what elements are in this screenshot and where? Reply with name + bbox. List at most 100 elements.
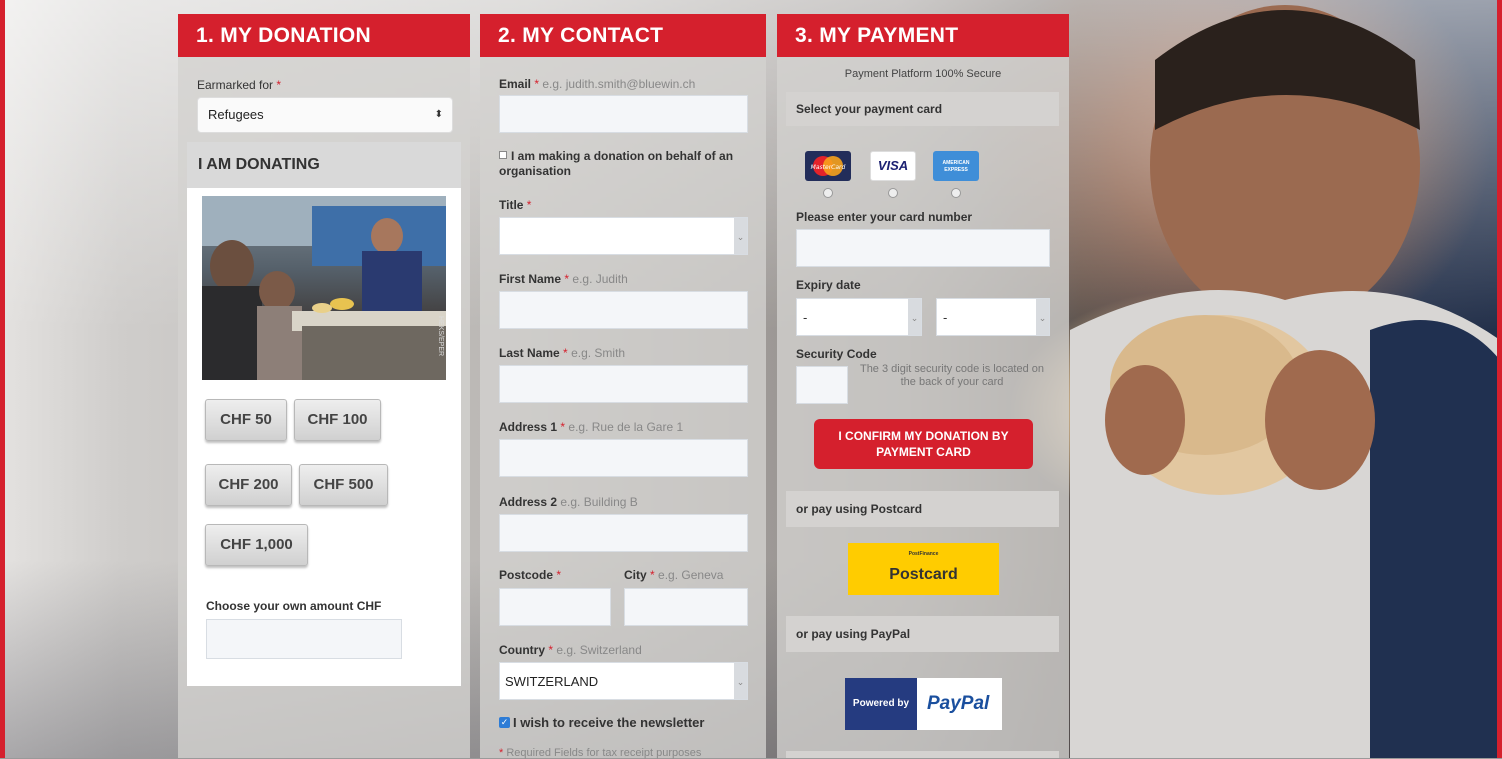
earmarked-label: Earmarked for *: [197, 78, 281, 92]
organisation-label: I am making a donation on behalf of an o…: [499, 149, 734, 178]
required-mark: *: [548, 643, 554, 657]
address2-field[interactable]: [499, 514, 748, 552]
postcode-label-text: Postcode: [499, 568, 554, 582]
required-mark: *: [534, 77, 540, 91]
own-amount-currency: CHF: [356, 599, 382, 613]
last-name-example: e.g. Smith: [571, 346, 626, 360]
required-mark: *: [276, 78, 282, 92]
amex-logo[interactable]: AMERICAN EXPRESS: [933, 151, 979, 181]
address1-field[interactable]: [499, 439, 748, 477]
postfinance-text: PostFinance: [908, 551, 939, 557]
required-mark: *: [564, 272, 570, 286]
last-name-label: Last Name * e.g. Smith: [499, 346, 625, 360]
address1-label-text: Address 1: [499, 420, 558, 434]
expiry-label: Expiry date: [796, 278, 861, 292]
first-name-field[interactable]: [499, 291, 748, 329]
contact-header: 2. MY CONTACT: [480, 14, 766, 57]
mastercard-icon: MasterCard: [811, 156, 846, 176]
first-name-label-text: First Name: [499, 272, 562, 286]
title-select[interactable]: ⌄: [499, 217, 748, 255]
paypal-bar: or pay using PayPal: [786, 616, 1059, 652]
mastercard-radio[interactable]: [823, 188, 833, 198]
title-label-text: Title: [499, 198, 524, 212]
newsletter-checkbox[interactable]: ✓: [499, 717, 510, 728]
child-figure: [1070, 5, 1500, 758]
address1-example: e.g. Rue de la Gare 1: [568, 420, 684, 434]
earmarked-label-text: Earmarked for: [197, 78, 274, 92]
left-red-border: [0, 0, 5, 758]
city-field[interactable]: [624, 588, 748, 626]
select-arrows-icon: ⬍: [434, 109, 443, 120]
photo-credit: HEKS/EPER: [437, 316, 444, 357]
address2-label: Address 2 e.g. Building B: [499, 495, 638, 509]
required-mark: *: [526, 198, 532, 212]
required-mark: *: [499, 747, 504, 759]
more-section-bar: [786, 751, 1059, 758]
mastercard-logo[interactable]: MasterCard: [805, 151, 851, 181]
paypal-button[interactable]: Powered by PayPal: [845, 678, 1002, 730]
refugee-photo: HEKS/EPER: [202, 196, 446, 380]
visa-logo[interactable]: VISA: [870, 151, 916, 181]
visa-radio[interactable]: [888, 188, 898, 198]
security-help: The 3 digit security code is located on …: [859, 363, 1045, 388]
amount-1000-button[interactable]: CHF 1,000: [205, 524, 308, 566]
country-value: SWITZERLAND: [505, 674, 599, 689]
required-mark: *: [650, 568, 655, 582]
city-label: City * e.g. Geneva: [624, 568, 723, 582]
address2-label-text: Address 2: [499, 495, 558, 509]
security-code-field[interactable]: [796, 366, 848, 404]
postcode-field[interactable]: [499, 588, 611, 626]
postcard-text: Postcard: [889, 566, 958, 583]
amount-200-button[interactable]: CHF 200: [205, 464, 292, 506]
mastercard-text: MasterCard: [811, 164, 846, 171]
newsletter-label: I wish to receive the newsletter: [513, 715, 705, 730]
required-note: * Required Fields for tax receipt purpos…: [499, 747, 701, 759]
city-example: e.g. Geneva: [658, 568, 724, 582]
required-note-text: Required Fields for tax receipt purposes: [506, 747, 702, 759]
address1-label: Address 1 * e.g. Rue de la Gare 1: [499, 420, 683, 434]
email-field[interactable]: [499, 95, 748, 133]
postcard-button[interactable]: PostFinance Postcard: [848, 543, 999, 595]
donation-column: 1. MY DONATION Earmarked for * Refugees …: [178, 14, 470, 758]
chevron-down-icon: ⌄: [734, 663, 747, 699]
title-label: Title *: [499, 198, 531, 212]
contact-column: 2. MY CONTACT Email * e.g. judith.smith@…: [480, 14, 766, 759]
amex-radio[interactable]: [951, 188, 961, 198]
confirm-donation-button[interactable]: I CONFIRM MY DONATION BY PAYMENT CARD: [814, 419, 1033, 469]
amount-50-button[interactable]: CHF 50: [205, 399, 287, 441]
country-select[interactable]: SWITZERLAND ⌄: [499, 662, 748, 700]
required-mark: *: [560, 420, 566, 434]
card-number-field[interactable]: [796, 229, 1050, 267]
secure-note: Payment Platform 100% Secure: [844, 68, 1002, 80]
select-card-bar: Select your payment card: [786, 92, 1059, 126]
last-name-field[interactable]: [499, 365, 748, 403]
email-label-text: Email: [499, 77, 532, 91]
right-red-border: [1497, 0, 1502, 758]
earmarked-select[interactable]: Refugees ⬍: [197, 97, 453, 133]
expiry-month-select[interactable]: - ⌄: [796, 298, 922, 336]
payment-column: 3. MY PAYMENT Payment Platform 100% Secu…: [777, 14, 1069, 758]
country-label-text: Country: [499, 643, 545, 657]
donating-card: I AM DONATING HEKS/EPER CHF 50 CHF 100 C…: [187, 142, 461, 686]
amount-100-button[interactable]: CHF 100: [294, 399, 381, 441]
paypal-powered: Powered by: [845, 678, 917, 730]
own-amount-input[interactable]: [206, 619, 402, 659]
email-label: Email * e.g. judith.smith@bluewin.ch: [499, 77, 695, 91]
own-amount-label-text: Choose your own amount: [206, 599, 354, 613]
payment-header: 3. MY PAYMENT: [777, 14, 1069, 57]
chevron-down-icon: ⌄: [908, 299, 921, 335]
security-code-label: Security Code: [796, 347, 877, 361]
amount-500-button[interactable]: CHF 500: [299, 464, 388, 506]
expiry-year-select[interactable]: - ⌄: [936, 298, 1050, 336]
paypal-logo: PayPal: [927, 693, 990, 714]
city-label-text: City: [624, 568, 647, 582]
first-name-label: First Name * e.g. Judith: [499, 272, 628, 286]
address2-example: e.g. Building B: [560, 495, 638, 509]
postcard-bar: or pay using Postcard: [786, 491, 1059, 527]
chevron-down-icon: ⌄: [734, 218, 747, 254]
required-mark: *: [556, 568, 562, 582]
donating-title: I AM DONATING: [187, 142, 461, 188]
earmarked-value: Refugees: [208, 107, 264, 122]
expiry-month-value: -: [803, 310, 808, 325]
refugee-photo-drawing: [202, 196, 446, 380]
